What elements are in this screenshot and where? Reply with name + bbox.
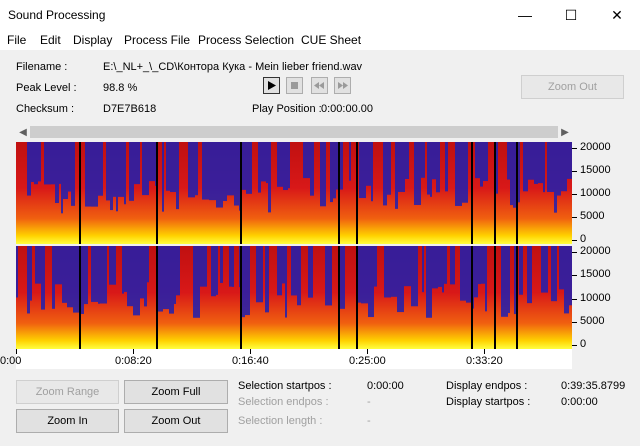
freq-tick-mark: [572, 240, 577, 241]
time-tick-mark: [133, 349, 134, 354]
menu-display[interactable]: Display: [73, 33, 112, 47]
zoom-out-button[interactable]: Zoom Out: [124, 409, 228, 433]
freq-tick-label: 5000: [580, 314, 605, 327]
forward-button[interactable]: [334, 77, 351, 94]
time-tick-label: 0:08:20: [115, 355, 152, 367]
spectrogram-channel-1[interactable]: [16, 142, 572, 244]
freq-tick-label: 15000: [580, 164, 611, 176]
display-end-label: Display endpos :: [446, 380, 528, 392]
freq-tick-mark: [572, 321, 577, 323]
play-position-value: 0:00:00.00: [321, 103, 373, 115]
freq-tick-mark: [572, 171, 577, 172]
time-tick-label: 0:16:40: [232, 355, 269, 367]
selection-start-label: Selection startpos :: [238, 380, 332, 392]
menu-cue-sheet[interactable]: CUE Sheet: [301, 33, 361, 47]
freq-tick-mark: [572, 148, 577, 149]
menu-edit[interactable]: Edit: [40, 33, 61, 47]
peak-level-value: 98.8 %: [103, 82, 138, 94]
minimize-button[interactable]: —: [502, 0, 548, 30]
display-start-label: Display startpos :: [446, 396, 531, 408]
display-start-value: 0:00:00: [561, 396, 598, 408]
rewind-icon: [314, 82, 324, 89]
freq-tick-label: 20000: [580, 245, 611, 257]
frequency-axis-1: 20000 15000 10000 5000 0: [572, 141, 612, 245]
time-tick-mark: [367, 349, 368, 354]
frequency-axis-2: 20000 15000 10000 5000 0: [572, 245, 612, 350]
freq-tick-label: 5000: [580, 210, 605, 222]
selection-length-value: -: [367, 415, 371, 427]
rewind-button[interactable]: [311, 77, 328, 94]
time-tick-mark: [484, 349, 485, 354]
freq-tick-mark: [572, 194, 577, 195]
zoom-range-button[interactable]: Zoom Range: [16, 380, 119, 404]
freq-tick-mark: [572, 252, 577, 253]
checksum-value: D7E7B618: [103, 103, 157, 115]
freq-tick-label: 0: [580, 338, 587, 350]
zoom-full-button[interactable]: Zoom Full: [124, 380, 228, 404]
time-tick-label: 0:25:00: [349, 355, 386, 367]
selection-start-value: 0:00:00: [367, 380, 404, 392]
zoom-out-top-button[interactable]: Zoom Out: [521, 75, 624, 99]
zoom-in-button[interactable]: Zoom In: [16, 409, 119, 433]
freq-tick-label: 0: [580, 233, 587, 245]
filename-label: Filename :: [16, 61, 68, 73]
close-button[interactable]: ✕: [594, 0, 640, 30]
play-icon: [268, 81, 276, 90]
menu-process-file[interactable]: Process File: [124, 33, 190, 47]
display-end-value: 0:39:35.8799: [561, 380, 626, 392]
time-axis: 0:00 0:08:20 0:16:40 0:25:00 0:33:20: [0, 349, 572, 369]
freq-tick-label: 10000: [580, 187, 611, 199]
freq-tick-mark: [572, 275, 577, 277]
filename-value: E:\_NL+_\_CD\Контора Кука - Mein lieber …: [103, 61, 363, 73]
horizontal-scrollbar[interactable]: ◀ ▶: [16, 124, 572, 140]
scroll-left-icon[interactable]: ◀: [16, 124, 30, 140]
time-tick-mark: [16, 349, 17, 354]
menu-file[interactable]: File: [7, 33, 26, 47]
freq-tick-label: 15000: [580, 268, 611, 281]
maximize-button[interactable]: ☐: [548, 0, 594, 30]
window-title: Sound Processing: [8, 8, 106, 22]
scroll-thumb[interactable]: [30, 126, 558, 138]
menu-process-selection[interactable]: Process Selection: [198, 33, 294, 47]
freq-tick-mark: [572, 345, 577, 346]
play-position-label: Play Position :: [252, 103, 322, 115]
stop-icon: [291, 82, 298, 89]
spectrogram-channel-2[interactable]: [16, 246, 572, 349]
stop-button[interactable]: [286, 77, 303, 94]
scroll-right-icon[interactable]: ▶: [558, 124, 572, 140]
selection-end-value: -: [367, 396, 371, 408]
time-tick-label: 0:33:20: [466, 355, 503, 367]
checksum-label: Checksum :: [16, 103, 75, 115]
freq-tick-mark: [572, 298, 577, 300]
play-button[interactable]: [263, 77, 280, 94]
time-tick-label: 0:00: [0, 355, 22, 367]
freq-tick-mark: [572, 217, 577, 218]
forward-icon: [338, 82, 348, 89]
time-tick-mark: [250, 349, 251, 354]
menu-bar: File Edit Display Process File Process S…: [0, 30, 640, 50]
selection-end-label: Selection endpos :: [238, 396, 329, 408]
peak-level-label: Peak Level :: [16, 82, 77, 94]
title-bar: Sound Processing — ☐ ✕: [0, 0, 640, 30]
freq-tick-label: 10000: [580, 291, 611, 304]
selection-length-label: Selection length :: [238, 415, 323, 427]
freq-tick-label: 20000: [580, 141, 611, 153]
